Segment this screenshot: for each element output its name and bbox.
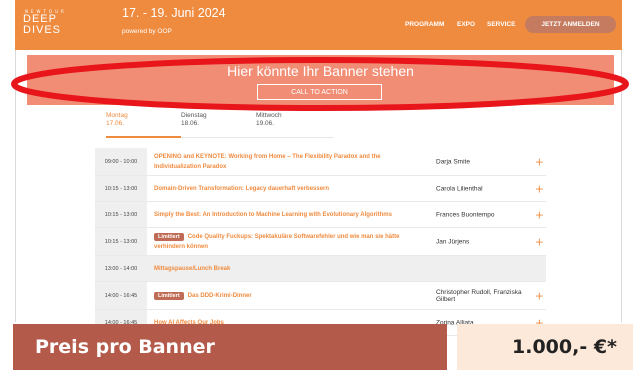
highlight-ellipse-stroke: [11, 57, 629, 111]
session-speaker: Jan Jürjens: [436, 238, 470, 245]
session-title[interactable]: OPENING and KEYNOTE: Working from Home –…: [154, 152, 429, 172]
session-time: 14:00 - 16:45: [95, 282, 147, 309]
expand-plus-icon[interactable]: +: [535, 208, 544, 221]
tab-monday[interactable]: Montag 17.06.: [106, 112, 128, 128]
active-tab-indicator: [106, 136, 181, 138]
expand-plus-icon[interactable]: +: [535, 235, 544, 248]
tab-monday-date: 17.06.: [106, 120, 125, 127]
session-title[interactable]: Simply the Best: An Introduction to Mach…: [154, 210, 429, 220]
expand-plus-icon[interactable]: +: [535, 155, 544, 168]
session-title: Code Quality Fuckups: Spektakuläre Softw…: [154, 233, 400, 250]
expand-plus-icon[interactable]: +: [535, 182, 544, 195]
expand-plus-icon[interactable]: +: [535, 289, 544, 302]
tab-tuesday-day: Dienstag: [181, 112, 207, 119]
schedule-row[interactable]: 14:00 - 16:45 Limitiert Das DDD-Krimi-Din…: [95, 282, 546, 310]
tab-tuesday[interactable]: Dienstag 18.06.: [181, 112, 207, 128]
tab-wednesday-day: Mittwoch: [256, 112, 282, 119]
session-time: 10:15 - 13:00: [95, 202, 147, 227]
session-title: Das DDD-Krimi-Dinner: [187, 292, 252, 299]
schedule-break-row: 13:00 - 14:00 Mittagspause/Lunch Break: [95, 256, 546, 282]
limited-badge: Limitiert: [154, 291, 184, 300]
session-title-block[interactable]: Limitiert Das DDD-Krimi-Dinner: [154, 291, 429, 301]
session-time: 10:15 - 13:00: [95, 228, 147, 255]
session-time: 13:00 - 14:00: [95, 256, 147, 281]
session-speaker: Frances Buontempo: [436, 211, 495, 218]
session-speaker: Christopher Rudoll, Franziska Gilbert: [436, 288, 522, 303]
limited-badge: Limitiert: [154, 232, 184, 241]
price-value: 1.000,- €*: [457, 324, 633, 370]
tab-monday-day: Montag: [106, 112, 128, 119]
session-speaker: Carola Lilienthal: [436, 185, 483, 192]
tab-tuesday-date: 18.06.: [181, 120, 200, 127]
schedule-table: 09:00 - 10:00 OPENING and KEYNOTE: Worki…: [95, 148, 546, 336]
schedule-row[interactable]: 10:15 - 13:00 Limitiert Code Quality Fuck…: [95, 228, 546, 256]
tab-wednesday[interactable]: Mittwoch 19.06.: [256, 112, 282, 128]
session-speaker: Darja Smite: [436, 158, 470, 165]
price-label: Preis pro Banner: [13, 324, 447, 370]
break-title: Mittagspause/Lunch Break: [154, 265, 231, 272]
schedule-row[interactable]: 10:15 - 13:00 Simply the Best: An Introd…: [95, 202, 546, 228]
tab-wednesday-date: 19.06.: [256, 120, 275, 127]
session-time: 10:15 - 13:00: [95, 176, 147, 201]
session-title-block[interactable]: Limitiert Code Quality Fuckups: Spektakul…: [154, 232, 429, 252]
schedule-row[interactable]: 10:15 - 13:00 Domain-Driven Transformati…: [95, 176, 546, 202]
schedule-row[interactable]: 09:00 - 10:00 OPENING and KEYNOTE: Worki…: [95, 148, 546, 176]
session-time: 09:00 - 10:00: [95, 148, 147, 175]
session-title[interactable]: Domain-Driven Transformation: Legacy dau…: [154, 184, 429, 194]
